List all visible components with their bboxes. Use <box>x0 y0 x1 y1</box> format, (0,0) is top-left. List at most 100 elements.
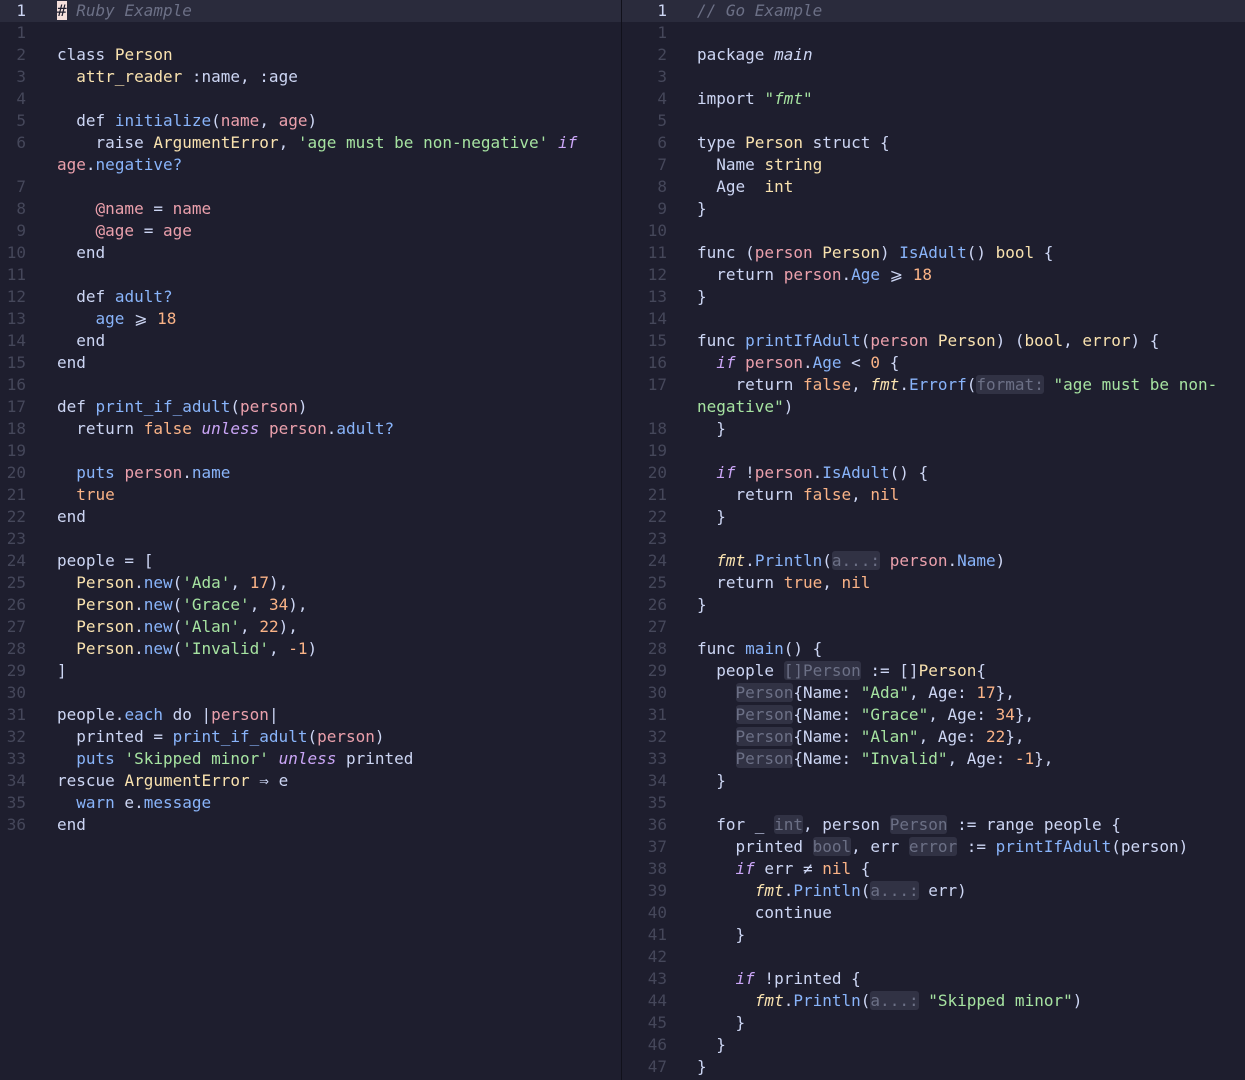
code-line[interactable]: 43 if !printed { <box>622 968 1245 990</box>
code-line[interactable]: 7 Name string <box>622 154 1245 176</box>
code-text: age.negative? <box>57 155 183 174</box>
code-line[interactable]: 4 import "fmt" <box>622 88 1245 110</box>
code-line[interactable]: 25 return true, nil <box>622 572 1245 594</box>
code-line[interactable]: 6 raise ArgumentError, 'age must be non-… <box>0 132 621 154</box>
code-line[interactable]: 38 if err ≠ nil { <box>622 858 1245 880</box>
code-line[interactable]: 31 Person{Name: "Grace", Age: 34}, <box>622 704 1245 726</box>
code-line[interactable]: 27 Person.new('Alan', 22), <box>0 616 621 638</box>
code-line[interactable]: 15 func printIfAdult(person Person) (bool… <box>622 330 1245 352</box>
code-line[interactable]: 45 } <box>622 1012 1245 1034</box>
editor-pane-go[interactable]: 1// Go Example 1 2 package main 3 4 import "fm… <box>622 0 1245 1080</box>
code-line[interactable]: 41 } <box>622 924 1245 946</box>
code-line[interactable]: 36 end <box>0 814 621 836</box>
code-line[interactable]: 28 func main() { <box>622 638 1245 660</box>
code-line[interactable]: 14 <box>622 308 1245 330</box>
code-line[interactable]: 19 <box>0 440 621 462</box>
code-line[interactable]: 3 <box>622 66 1245 88</box>
code-line[interactable]: 30 <box>0 682 621 704</box>
line-number: 39 <box>647 881 667 900</box>
code-line[interactable]: 35 warn e.message <box>0 792 621 814</box>
code-line[interactable]: 27 <box>622 616 1245 638</box>
code-line[interactable]: 8 @name = name <box>0 198 621 220</box>
code-line[interactable]: 21 true <box>0 484 621 506</box>
code-line[interactable]: 34 rescue ArgumentError ⇒ e <box>0 770 621 792</box>
code-line[interactable]: 35 <box>622 792 1245 814</box>
code-text: } <box>697 771 726 790</box>
code-line[interactable]: 42 <box>622 946 1245 968</box>
code-line[interactable]: 17 def print_if_adult(person) <box>0 396 621 418</box>
code-line[interactable]: 12 return person.Age ⩾ 18 <box>622 264 1245 286</box>
code-line[interactable]: 7 <box>0 176 621 198</box>
code-line[interactable]: 28 Person.new('Invalid', -1) <box>0 638 621 660</box>
code-line[interactable]: 13 age ⩾ 18 <box>0 308 621 330</box>
code-line[interactable]: 1 # Ruby Example <box>0 0 621 22</box>
code-line[interactable]: 36 for _ int, person Person := range peo… <box>622 814 1245 836</box>
code-line[interactable]: 25 Person.new('Ada', 17), <box>0 572 621 594</box>
editor-pane-ruby[interactable]: 1 # Ruby Example 1 2 class Person 3 attr_read… <box>0 0 622 1080</box>
code-line[interactable]: 24 fmt.Println(a...: person.Name) <box>622 550 1245 572</box>
code-line[interactable]: 5 def initialize(name, age) <box>0 110 621 132</box>
code-line[interactable]: 16 <box>0 374 621 396</box>
code-line[interactable]: 3 attr_reader :name, :age <box>0 66 621 88</box>
code-line[interactable]: 6 type Person struct { <box>622 132 1245 154</box>
code-line[interactable]: 2 package main <box>622 44 1245 66</box>
code-line[interactable]: 37 printed bool, err error := printIfAdu… <box>622 836 1245 858</box>
code-line[interactable]: 15 end <box>0 352 621 374</box>
code-line[interactable]: 1 // Go Example <box>622 0 1245 22</box>
code-line[interactable]: 12 def adult? <box>0 286 621 308</box>
code-line[interactable]: 11 <box>0 264 621 286</box>
code-line[interactable]: 32 Person{Name: "Alan", Age: 22}, <box>622 726 1245 748</box>
code-line[interactable]: 23 <box>622 528 1245 550</box>
line-number: 18 <box>647 419 667 438</box>
code-line[interactable]: 1 <box>622 22 1245 44</box>
code-line[interactable]: 29 people []Person := []Person{ <box>622 660 1245 682</box>
code-text: end <box>57 815 86 834</box>
code-line[interactable]: 1 <box>0 22 621 44</box>
code-line[interactable]: 21 return false, nil <box>622 484 1245 506</box>
code-line[interactable]: 30 Person{Name: "Ada", Age: 17}, <box>622 682 1245 704</box>
code-line[interactable]: 22 } <box>622 506 1245 528</box>
code-line[interactable]: 47} <box>622 1056 1245 1078</box>
line-number: 47 <box>647 1057 667 1076</box>
code-line[interactable]: 39 fmt.Println(a...: err) <box>622 880 1245 902</box>
code-line[interactable]: 14 end <box>0 330 621 352</box>
code-line[interactable]: 17 return false, fmt.Errorf(format: "age… <box>622 374 1245 396</box>
code-line[interactable]: 22 end <box>0 506 621 528</box>
code-line[interactable]: 26 Person.new('Grace', 34), <box>0 594 621 616</box>
code-line[interactable]: 20 if !person.IsAdult() { <box>622 462 1245 484</box>
code-line[interactable]: 11 func (person Person) IsAdult() bool { <box>622 242 1245 264</box>
code-line[interactable]: 29] <box>0 660 621 682</box>
line-number: 26 <box>6 595 26 614</box>
code-line[interactable]: 32 printed = print_if_adult(person) <box>0 726 621 748</box>
code-line[interactable]: 9 @age = age <box>0 220 621 242</box>
code-text: import "fmt" <box>697 89 813 108</box>
code-line[interactable]: 31 people.each do |person| <box>0 704 621 726</box>
code-line[interactable]: 13} <box>622 286 1245 308</box>
code-line[interactable]: 2 class Person <box>0 44 621 66</box>
code-line[interactable]: 18 } <box>622 418 1245 440</box>
code-line[interactable]: 26} <box>622 594 1245 616</box>
code-line[interactable]: 40 continue <box>622 902 1245 924</box>
code-line[interactable]: 19 <box>622 440 1245 462</box>
code-text: if !printed { <box>735 969 861 988</box>
code-line[interactable]: 46 } <box>622 1034 1245 1056</box>
code-line[interactable]: 24 people = [ <box>0 550 621 572</box>
code-line[interactable]: 4 <box>0 88 621 110</box>
code-line[interactable]: age.negative? <box>0 154 621 176</box>
code-line[interactable]: negative") <box>622 396 1245 418</box>
line-number: 34 <box>6 771 26 790</box>
code-line[interactable]: 9} <box>622 198 1245 220</box>
code-line[interactable]: 10 end <box>0 242 621 264</box>
code-line[interactable]: 16 if person.Age < 0 { <box>622 352 1245 374</box>
code-line[interactable]: 23 <box>0 528 621 550</box>
code-line[interactable]: 18 return false unless person.adult? <box>0 418 621 440</box>
code-line[interactable]: 33 puts 'Skipped minor' unless printed <box>0 748 621 770</box>
code-line[interactable]: 20 puts person.name <box>0 462 621 484</box>
code-line[interactable]: 34 } <box>622 770 1245 792</box>
code-line[interactable]: 8 Age int <box>622 176 1245 198</box>
code-text: true <box>76 485 115 504</box>
code-line[interactable]: 5 <box>622 110 1245 132</box>
code-line[interactable]: 33 Person{Name: "Invalid", Age: -1}, <box>622 748 1245 770</box>
code-line[interactable]: 44 fmt.Println(a...: "Skipped minor") <box>622 990 1245 1012</box>
code-line[interactable]: 10 <box>622 220 1245 242</box>
